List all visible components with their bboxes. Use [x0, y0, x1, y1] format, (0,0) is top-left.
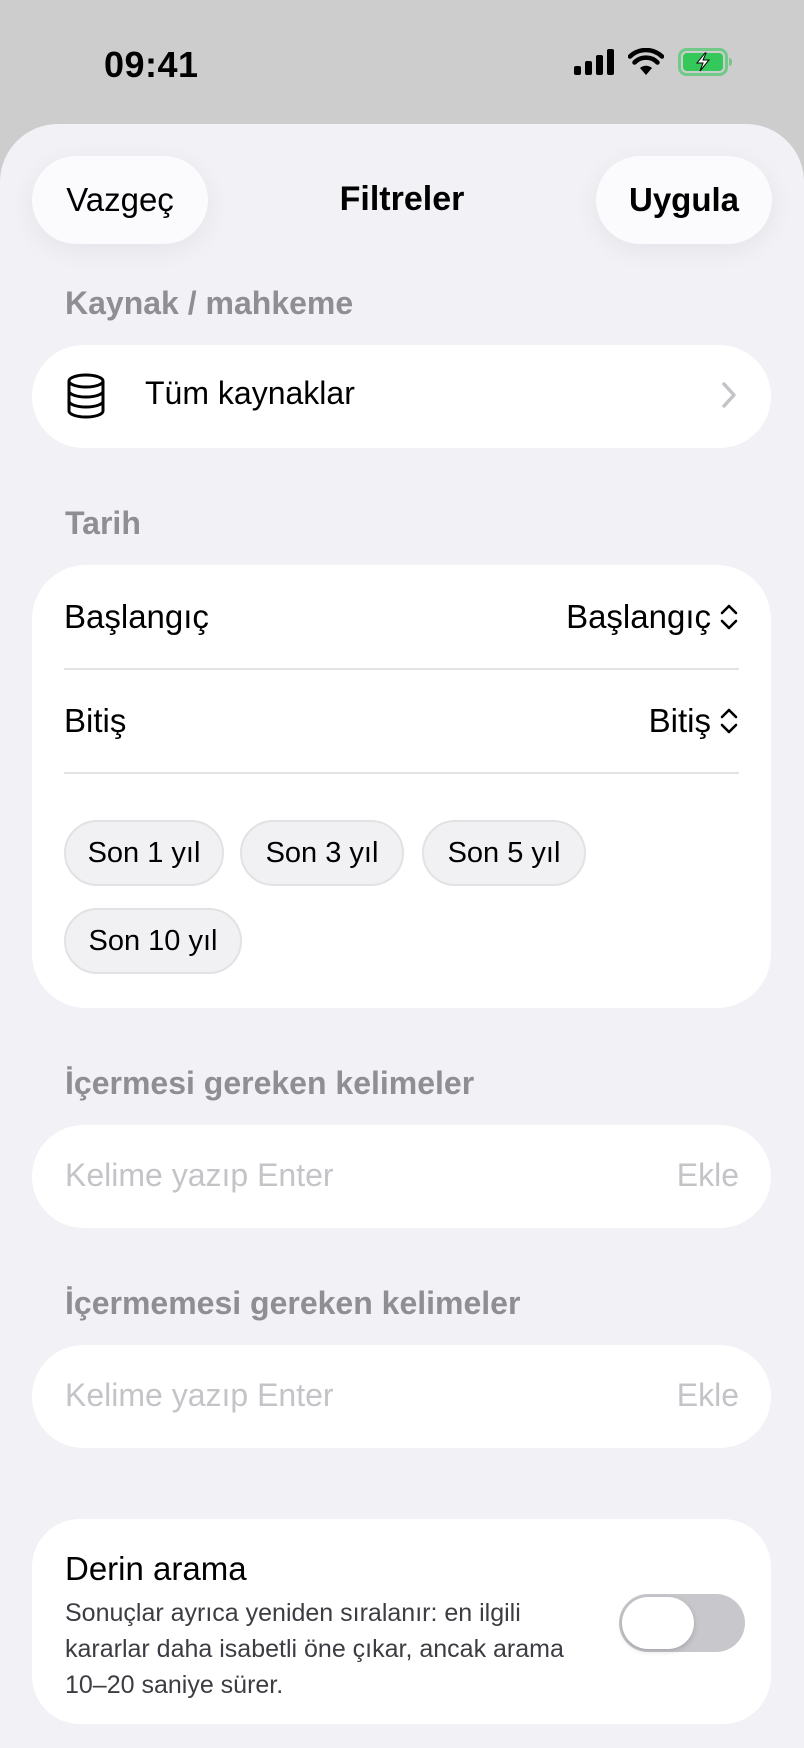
start-date-row[interactable]: Başlangıç Başlangıç: [64, 565, 739, 669]
wifi-icon: [628, 48, 664, 75]
toggle-knob: [622, 1597, 694, 1649]
start-date-value: Başlangıç: [566, 598, 711, 635]
exclude-words-input[interactable]: Kelime yazıp Enter: [65, 1377, 334, 1414]
battery-charging-icon: [678, 48, 732, 76]
include-add-button[interactable]: Ekle: [677, 1157, 739, 1194]
end-date-picker[interactable]: Bitiş: [649, 702, 739, 740]
deep-search-toggle[interactable]: [619, 1594, 745, 1652]
filters-sheet: Vazgeç Filtreler Uygula Kaynak / mahkeme…: [0, 124, 804, 1748]
end-date-label: Bitiş: [64, 702, 127, 739]
source-selector[interactable]: Tüm kaynaklar: [32, 345, 771, 448]
start-date-label: Başlangıç: [64, 598, 209, 635]
end-date-row[interactable]: Bitiş Bitiş: [64, 669, 739, 773]
exclude-add-button[interactable]: Ekle: [677, 1377, 739, 1414]
deep-search-title: Derin arama: [65, 1550, 247, 1587]
date-card: Başlangıç Başlangıç Bitiş Bitiş Son 1 yı: [32, 565, 771, 1008]
include-words-input[interactable]: Kelime yazıp Enter: [65, 1157, 334, 1194]
end-date-value: Bitiş: [648, 702, 711, 739]
exclude-words-section-label: İçermemesi gereken kelimeler: [65, 1285, 521, 1321]
chevron-up-down-icon: [720, 708, 738, 734]
divider: [64, 772, 739, 774]
chevron-right-icon: [722, 382, 736, 408]
status-bar: 09:41: [0, 0, 804, 124]
status-icons: [574, 48, 734, 76]
chip-last-5-years[interactable]: Son 5 yıl: [422, 820, 586, 886]
apply-button[interactable]: Uygula: [596, 156, 772, 244]
cellular-signal-icon: [574, 49, 614, 75]
date-section-label: Tarih: [65, 505, 141, 541]
start-date-picker[interactable]: Başlangıç: [566, 598, 739, 636]
include-words-field[interactable]: Kelime yazıp Enter Ekle: [32, 1125, 771, 1228]
deep-search-description: Sonuçlar ayrıca yeniden sıralanır: en il…: [65, 1599, 564, 1699]
chip-last-1-year[interactable]: Son 1 yıl: [64, 820, 224, 886]
status-time: 09:41: [104, 44, 199, 85]
include-words-section-label: İçermesi gereken kelimeler: [65, 1065, 475, 1101]
database-icon: [67, 373, 105, 419]
chip-last-3-years[interactable]: Son 3 yıl: [240, 820, 404, 886]
chip-last-10-years[interactable]: Son 10 yıl: [64, 908, 242, 974]
source-value: Tüm kaynaklar: [145, 375, 355, 411]
deep-search-card: Derin arama Sonuçlar ayrıca yeniden sıra…: [32, 1519, 771, 1724]
source-section-label: Kaynak / mahkeme: [65, 285, 354, 321]
chevron-up-down-icon: [720, 604, 738, 630]
exclude-words-field[interactable]: Kelime yazıp Enter Ekle: [32, 1345, 771, 1448]
